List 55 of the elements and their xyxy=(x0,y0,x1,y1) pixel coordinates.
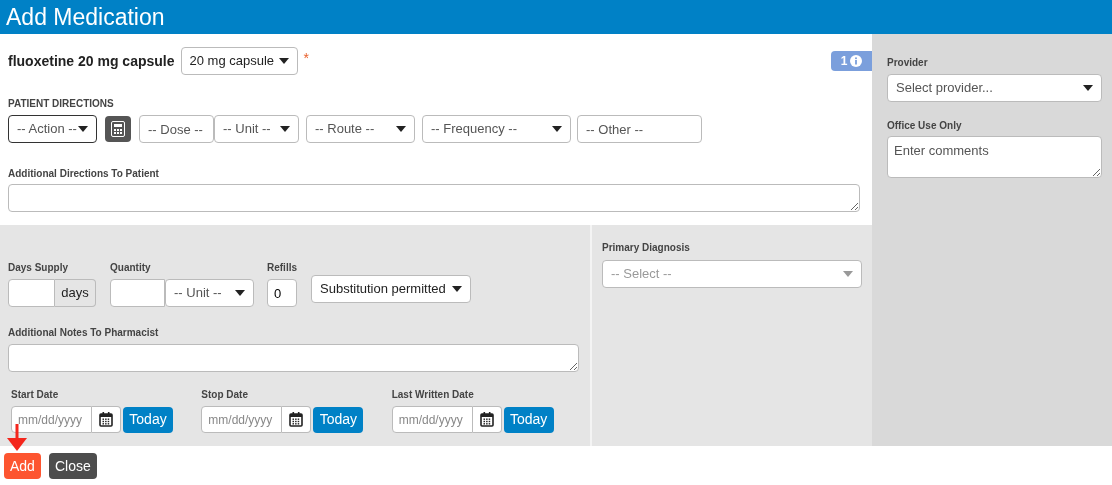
caret-icon xyxy=(280,126,290,132)
field-label: Refills xyxy=(267,261,298,275)
caret-icon xyxy=(552,126,562,132)
select-field[interactable]: -- Unit -- xyxy=(214,115,299,143)
close-button[interactable]: Close xyxy=(48,453,97,479)
window-title: Add Medication xyxy=(6,5,165,29)
caret-icon xyxy=(452,286,462,292)
caret-icon xyxy=(235,290,245,296)
calendar-icon xyxy=(99,412,113,427)
select-field[interactable]: -- Route -- xyxy=(306,115,415,143)
provider-select[interactable]: Select provider... xyxy=(887,74,1102,102)
unit-select[interactable]: -- Unit -- xyxy=(165,279,254,307)
field-label: Office Use Only xyxy=(887,119,963,133)
calendar-button[interactable] xyxy=(472,406,502,433)
field-label: Additional Notes To Pharmacist xyxy=(8,326,160,340)
caret-icon xyxy=(396,126,406,132)
info-icon xyxy=(850,55,863,67)
caret-icon xyxy=(78,126,88,132)
field-label: Last Written Date xyxy=(391,388,475,402)
field-label: Additional Directions To Patient xyxy=(8,167,160,181)
select-field[interactable]: -- Action -- xyxy=(8,115,97,143)
calculator-button[interactable] xyxy=(105,116,131,142)
input-field[interactable]: -- Dose -- xyxy=(139,115,214,143)
caret-icon xyxy=(1083,85,1093,91)
today-button[interactable]: Today xyxy=(313,406,364,433)
field-label: Start Date xyxy=(11,388,60,402)
comments-textarea[interactable]: Enter comments xyxy=(887,136,1102,178)
calendar-icon xyxy=(289,412,304,427)
field-label: Quantity xyxy=(110,261,152,275)
calendar-button[interactable] xyxy=(92,406,121,433)
calculator-icon xyxy=(111,121,125,137)
caret-icon xyxy=(278,58,289,64)
date-input[interactable]: mm/dd/yyyy xyxy=(11,406,92,433)
calendar-button[interactable] xyxy=(282,406,312,433)
field-label: Primary Diagnosis xyxy=(602,241,691,255)
input-field[interactable]: -- Other -- xyxy=(577,115,702,143)
caret-icon xyxy=(843,271,853,277)
substitution-select[interactable]: Substitution permitted xyxy=(311,275,471,303)
select-field[interactable]: -- Frequency -- xyxy=(422,115,571,143)
strength-select[interactable]: 20 mg capsule xyxy=(180,47,298,75)
date-input[interactable]: mm/dd/yyyy xyxy=(391,406,473,433)
today-button[interactable]: Today xyxy=(503,406,554,433)
field-label: Days Supply xyxy=(8,261,70,275)
field-label: Provider xyxy=(887,56,929,70)
required-mark: * xyxy=(303,48,309,68)
quantity-input[interactable] xyxy=(110,279,165,307)
days-addon: days xyxy=(55,279,96,307)
refills-input[interactable]: 0 xyxy=(267,279,297,307)
date-input[interactable]: mm/dd/yyyy xyxy=(201,406,283,433)
today-button[interactable]: Today xyxy=(123,406,173,433)
field-label: Stop Date xyxy=(201,388,249,402)
section-heading: PATIENT DIRECTIONS xyxy=(8,97,115,111)
calendar-icon xyxy=(479,412,494,427)
medication-name: fluoxetine 20 mg capsule xyxy=(8,51,175,71)
days-input[interactable] xyxy=(8,279,55,307)
